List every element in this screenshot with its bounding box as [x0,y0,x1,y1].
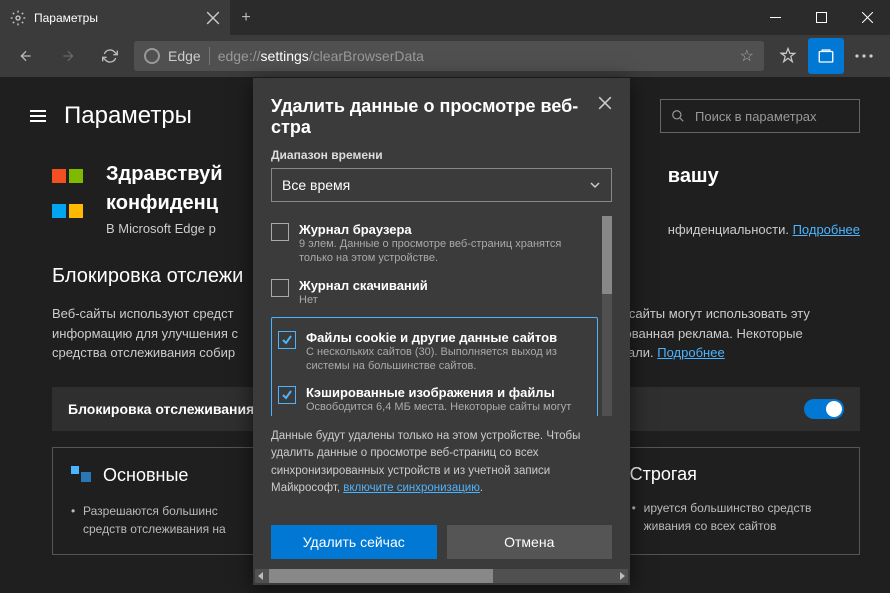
divider [209,47,210,65]
tracking-toggle[interactable] [804,399,844,419]
minimize-button[interactable] [752,0,798,35]
tracking-label: Блокировка отслеживания [68,401,254,417]
learn-more-link[interactable]: Подробнее [793,222,860,237]
item-label: Кэшированные изображения и файлы [306,385,571,400]
list-item: Файлы cookie и другие данные сайтов С не… [278,324,591,380]
search-placeholder: Поиск в параметрах [695,109,817,124]
clear-now-button[interactable]: Удалить сейчас [271,525,437,559]
window-close-button[interactable] [844,0,890,35]
window-titlebar: Параметры + [0,0,890,35]
tab-title: Параметры [34,11,198,25]
checkbox[interactable] [278,331,296,349]
close-icon[interactable] [206,11,220,25]
scrollbar-horizontal[interactable] [255,569,628,583]
item-sub: 9 элем. Данные о просмотре веб-страниц х… [299,237,598,266]
card-bullet: ируется большинство средств живания со в… [630,499,843,535]
favorite-icon[interactable]: ☆ [740,46,754,66]
gear-icon [10,10,26,26]
learn-more-link-2[interactable]: Подробнее [657,345,724,360]
maximize-button[interactable] [798,0,844,35]
dialog-note: Данные будут удалены только на этом устр… [271,428,612,497]
checkbox[interactable] [278,386,296,404]
menu-button[interactable] [30,110,46,122]
list-item: Журнал браузера 9 элем. Данные о просмот… [271,216,598,272]
item-label: Журнал браузера [299,222,598,237]
browser-tab[interactable]: Параметры [0,0,230,35]
greeting-right: нфиденциальности. [668,222,789,237]
back-button[interactable] [8,38,44,74]
checkbox[interactable] [271,279,289,297]
edge-label: Edge [168,48,201,64]
refresh-button[interactable] [92,38,128,74]
item-label: Файлы cookie и другие данные сайтов [306,330,591,345]
collections-button[interactable] [808,38,844,74]
more-button[interactable] [846,38,882,74]
dialog-title: Удалить данные о просмотре веб-стра [271,96,598,138]
card-bullet: Разрешаются большинс средств отслеживани… [69,502,282,538]
data-type-list: Журнал браузера 9 элем. Данные о просмот… [271,216,612,416]
address-bar-row: Edge edge://settings/clearBrowserData ☆ [0,35,890,77]
list-item: Журнал скачиваний Нет [271,272,598,313]
edge-icon [144,48,160,64]
section-desc-left: Веб-сайты используют средст информацию д… [52,304,262,363]
item-sub: С нескольких сайтов (30). Выполняется вы… [306,345,591,374]
time-range-label: Диапазон времени [271,148,612,162]
item-sub: Нет [299,293,428,307]
scrollbar-vertical[interactable] [602,216,612,416]
list-item: Кэшированные изображения и файлы Освобод… [278,379,591,416]
greeting-right2: вашу [668,165,860,188]
favorites-button[interactable] [770,38,806,74]
checkbox[interactable] [271,223,289,241]
microsoft-logo [52,169,84,237]
cancel-button[interactable]: Отмена [447,525,613,559]
card-title: Основные [103,465,188,486]
item-label: Журнал скачиваний [299,278,428,293]
url-text: edge://settings/clearBrowserData [218,48,424,64]
page-title: Параметры [64,102,192,130]
address-bar[interactable]: Edge edge://settings/clearBrowserData ☆ [134,41,764,71]
sync-link[interactable]: включите синхронизацию [343,482,480,494]
new-tab-button[interactable]: + [230,9,262,27]
search-icon [671,109,685,123]
chevron-down-icon [589,179,601,191]
item-sub: Освободится 6,4 МБ места. Некоторые сайт… [306,400,571,414]
search-input[interactable]: Поиск в параметрах [660,99,860,133]
forward-button[interactable] [50,38,86,74]
time-range-select[interactable]: Все время [271,168,612,202]
basic-icon [69,464,93,488]
tracking-card-strict[interactable]: Строгая ируется большинство средств жива… [613,447,860,555]
card-title: Строгая [630,464,697,485]
clear-data-dialog: Удалить данные о просмотре веб-стра Диап… [253,78,630,585]
close-icon[interactable] [598,96,612,110]
time-range-value: Все время [282,177,350,193]
